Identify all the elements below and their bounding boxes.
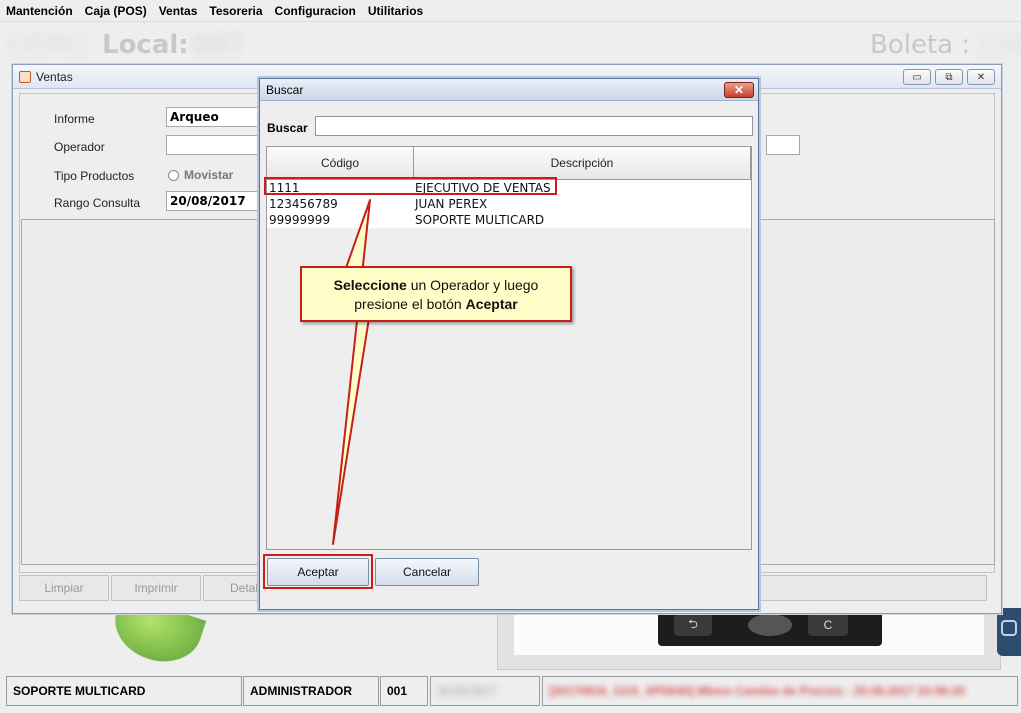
callout-arrow xyxy=(332,199,378,545)
callout-bold-1: Seleccione xyxy=(333,277,407,293)
instruction-callout: Seleccione un Operador y luego presione … xyxy=(300,266,572,322)
callout-text-1: un Operador y luego xyxy=(406,277,539,293)
callout-text-2: presione el botón xyxy=(354,296,466,312)
callout-bold-2: Aceptar xyxy=(465,296,518,312)
